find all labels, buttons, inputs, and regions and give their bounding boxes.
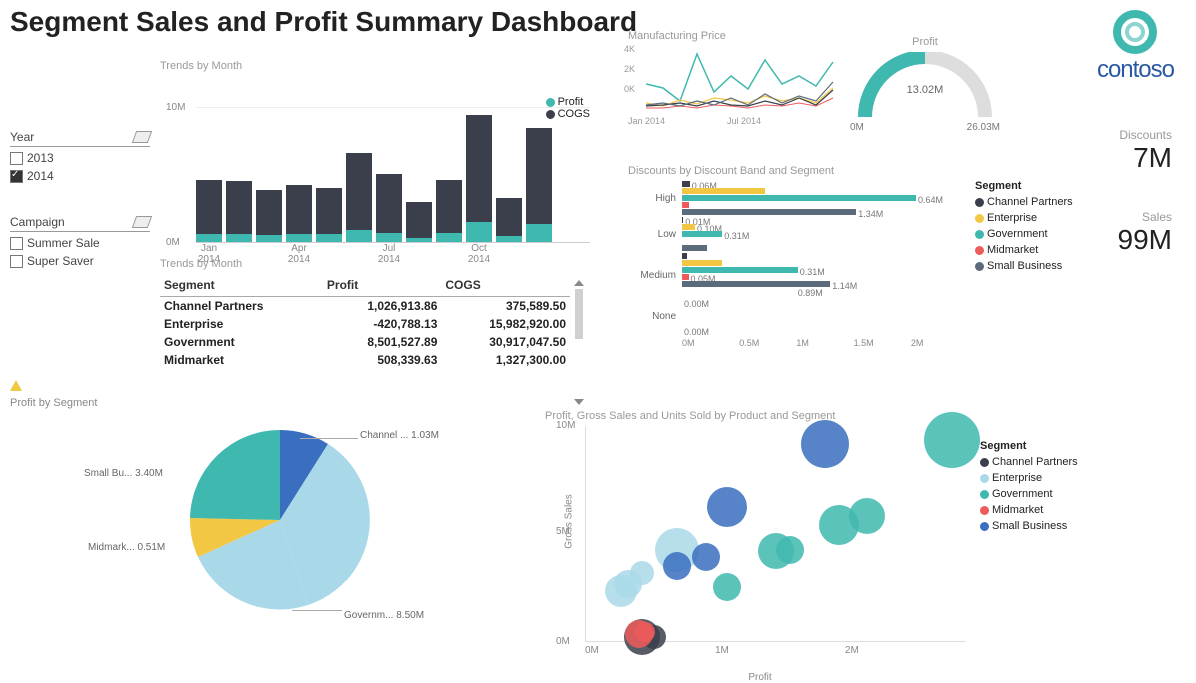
legend-item[interactable]: Small Business (980, 520, 1078, 532)
pie-label: Midmark... 0.51M (88, 542, 165, 553)
chart-trends-by-month[interactable]: Trends by Month Profit COGS 10M 0M Jan 2… (160, 60, 590, 250)
col-segment[interactable]: Segment (160, 274, 323, 297)
scroll-down-icon[interactable] (574, 399, 584, 405)
brand-logo: contoso (1097, 10, 1174, 84)
legend-item[interactable]: Channel Partners (975, 196, 1073, 208)
legend-item[interactable]: Enterprise (975, 212, 1073, 224)
chart-profit-by-segment-pie[interactable]: Channel ... 1.03M Governm... 8.50M Midma… (100, 420, 480, 660)
table-row[interactable]: Channel Partners1,026,913.86375,589.50 (160, 297, 570, 316)
disc-row[interactable]: Medium0.31M0.05M1.14M0.89M (628, 253, 968, 298)
kpi-sales[interactable]: Sales 99M (1118, 210, 1172, 256)
table-segment-profit-cogs[interactable]: Trends by Month Segment Profit COGS Chan… (160, 258, 570, 369)
chart-discounts-by-band[interactable]: Discounts by Discount Band and Segment H… (628, 165, 968, 348)
pie-label: Governm... 8.50M (344, 610, 424, 621)
warning-profit-segment: Profit by Segment (10, 380, 97, 409)
legend-scatter: Segment Channel PartnersEnterpriseGovern… (980, 440, 1078, 536)
eraser-icon[interactable] (132, 216, 152, 228)
scatter-point[interactable] (635, 622, 655, 642)
bar[interactable] (436, 180, 462, 242)
eraser-icon[interactable] (132, 131, 152, 143)
chart-title: Manufacturing Price (628, 30, 823, 42)
bar[interactable] (256, 190, 282, 242)
warning-icon (10, 380, 22, 391)
chart-title: Profit, Gross Sales and Units Sold by Pr… (545, 410, 975, 422)
scatter-point[interactable] (630, 561, 654, 585)
table-row[interactable]: Government8,501,527.8930,917,047.50 (160, 333, 570, 351)
bar[interactable] (376, 174, 402, 242)
legend-segment: Segment Channel PartnersEnterpriseGovern… (975, 180, 1073, 276)
scrollbar[interactable] (574, 280, 584, 370)
pie-label: Small Bu... 3.40M (84, 468, 163, 479)
checkbox-icon[interactable] (10, 255, 23, 268)
bar[interactable] (406, 202, 432, 242)
col-profit[interactable]: Profit (323, 274, 441, 297)
scatter-point[interactable] (776, 536, 804, 564)
bar[interactable] (526, 128, 552, 242)
slicer-year-2014[interactable]: 2014 (10, 169, 150, 183)
chart-title: Trends by Month (160, 60, 590, 72)
slicer-campaign[interactable]: Campaign Summer Sale Super Saver (10, 215, 150, 268)
bar[interactable] (466, 115, 492, 242)
scatter-point[interactable] (924, 412, 980, 468)
chart-scatter-profit-gross-units[interactable]: Profit, Gross Sales and Units Sold by Pr… (545, 410, 975, 660)
slicer-year-2013[interactable]: 2013 (10, 151, 150, 165)
bar[interactable] (226, 181, 252, 242)
bar[interactable] (286, 185, 312, 242)
kpi-discounts[interactable]: Discounts 7M (1119, 128, 1172, 174)
bar[interactable] (346, 153, 372, 242)
legend-item[interactable]: Channel Partners (980, 456, 1078, 468)
legend-item[interactable]: Government (975, 228, 1073, 240)
checkbox-icon[interactable] (10, 237, 23, 250)
disc-row[interactable]: None0.00M0.00M (628, 299, 968, 334)
slicer-year[interactable]: Year 2013 2014 (10, 130, 150, 183)
page-title: Segment Sales and Profit Summary Dashboa… (10, 6, 637, 38)
scatter-point[interactable] (849, 498, 885, 534)
slicer-campaign-label: Campaign (10, 215, 65, 229)
slicer-super-saver[interactable]: Super Saver (10, 254, 150, 268)
checkbox-icon[interactable] (10, 152, 23, 165)
scatter-point[interactable] (707, 487, 747, 527)
bar[interactable] (196, 180, 222, 242)
legend-item[interactable]: Enterprise (980, 472, 1078, 484)
legend-item[interactable]: Midmarket (980, 504, 1078, 516)
disc-row[interactable]: Low0.01M0.10M0.31M (628, 217, 968, 252)
scroll-up-icon[interactable] (574, 280, 584, 286)
gauge-value: 13.02M (850, 84, 1000, 96)
logo-ring-icon (1113, 10, 1157, 54)
bar[interactable] (316, 188, 342, 242)
table-row[interactable]: Midmarket508,339.631,327,300.00 (160, 351, 570, 369)
scroll-track[interactable] (575, 289, 583, 339)
pie-label: Channel ... 1.03M (360, 430, 439, 441)
disc-row[interactable]: High0.06M0.64M1.34M (628, 181, 968, 216)
scatter-point[interactable] (692, 543, 720, 571)
gauge-profit[interactable]: Profit 13.02M 0M26.03M (850, 36, 1000, 133)
legend-item[interactable]: Small Business (975, 260, 1073, 272)
logo-text: contoso (1097, 56, 1174, 84)
chart-title: Discounts by Discount Band and Segment (628, 165, 968, 177)
chart-manufacturing-price[interactable]: Manufacturing Price 4K2K0K Jan 2014Jul 2… (628, 30, 823, 126)
scatter-point[interactable] (663, 552, 691, 580)
scatter-point[interactable] (713, 573, 741, 601)
slicer-year-label: Year (10, 130, 34, 144)
table-row[interactable]: Enterprise-420,788.1315,982,920.00 (160, 315, 570, 333)
bar[interactable] (496, 198, 522, 242)
chart-title: Profit (850, 36, 1000, 48)
scatter-point[interactable] (801, 420, 849, 468)
col-cogs[interactable]: COGS (441, 274, 570, 297)
slicer-summer-sale[interactable]: Summer Sale (10, 236, 150, 250)
legend-item[interactable]: Government (980, 488, 1078, 500)
chart-title: Trends by Month (160, 258, 570, 270)
checkbox-icon[interactable] (10, 170, 23, 183)
legend-item[interactable]: Midmarket (975, 244, 1073, 256)
